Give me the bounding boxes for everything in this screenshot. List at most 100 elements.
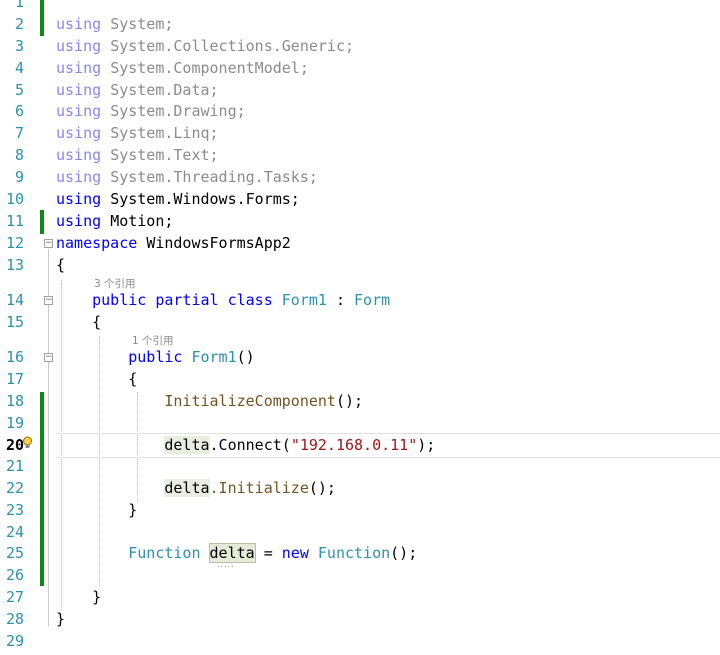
keyword: partial — [155, 291, 219, 309]
line-number: 4 — [14, 59, 24, 77]
line-number: 20 — [5, 436, 24, 454]
line-number: 11 — [5, 212, 24, 230]
base-class: Form — [354, 291, 391, 309]
keyword: class — [227, 291, 273, 309]
code-line-28[interactable]: } — [56, 609, 65, 631]
method-call: .Connect( — [209, 436, 291, 454]
string-literal: "192.168.0.11" — [290, 436, 418, 454]
line-number: 8 — [14, 146, 24, 164]
code-line-10[interactable]: using System.Windows.Forms; — [56, 189, 300, 211]
code-editor[interactable]: 1 2 3 4 5 6 7 8 9 10 11 12 13 14 15 16 17 18 19 20 21 22 23 24 2… — [0, 0, 720, 655]
keyword: using — [56, 37, 102, 55]
call-end: (); — [308, 479, 336, 497]
line-number: 19 — [5, 414, 24, 432]
constructor-name: Form1 — [191, 348, 237, 366]
code-line-3[interactable]: using System.Collections.Generic; — [56, 36, 354, 58]
code-line-17[interactable]: { — [56, 369, 137, 391]
lightbulb-icon[interactable] — [22, 436, 33, 450]
call-end: ); — [417, 436, 436, 454]
line-number: 23 — [5, 501, 24, 519]
code-line-8[interactable]: using System.Text; — [56, 145, 219, 167]
line-number: 5 — [14, 81, 24, 99]
namespace-ref: Motion; — [110, 212, 174, 230]
namespace-ref: System.Threading.Tasks; — [110, 168, 318, 186]
brace: { — [56, 256, 66, 274]
code-line-16[interactable]: public Form1() — [56, 347, 255, 369]
type-name: Function — [317, 544, 391, 562]
fold-guide-line — [48, 249, 49, 626]
code-line-14[interactable]: public partial class Form1 : Form — [56, 290, 390, 312]
code-line-13[interactable]: { — [56, 255, 65, 277]
namespace-ref: System.Windows.Forms; — [110, 190, 300, 208]
call-end: (); — [390, 544, 418, 562]
code-line-6[interactable]: using System.Drawing; — [56, 101, 246, 123]
suggestion-dots[interactable]: ..... — [217, 560, 235, 569]
assign-operator: = — [263, 544, 273, 562]
code-line-7[interactable]: using System.Linq; — [56, 123, 219, 145]
parens: () — [236, 348, 255, 366]
keyword: public — [128, 348, 183, 366]
keyword: using — [56, 124, 102, 142]
code-line-2[interactable]: using System; — [56, 14, 173, 36]
line-number: 7 — [14, 124, 24, 142]
line-number: 6 — [14, 102, 24, 120]
code-line-18[interactable]: InitializeComponent(); — [56, 391, 363, 413]
colon: : — [335, 291, 345, 309]
line-number: 28 — [5, 610, 24, 628]
namespace-ref: System.Linq; — [110, 124, 219, 142]
keyword: using — [56, 15, 102, 33]
code-line-5[interactable]: using System.Data; — [56, 80, 219, 102]
code-line-20[interactable]: delta.Connect("192.168.0.11"); — [56, 435, 435, 457]
code-line-23[interactable]: } — [56, 500, 137, 522]
change-indicator-bar — [40, 392, 44, 586]
line-number: 18 — [5, 392, 24, 410]
line-number: 17 — [5, 370, 24, 388]
keyword: using — [56, 190, 102, 208]
code-line-22[interactable]: delta.Initialize(); — [56, 478, 336, 500]
brace: { — [128, 370, 138, 388]
namespace-ref: System.Collections.Generic; — [110, 37, 355, 55]
namespace-ref: System.ComponentModel; — [110, 59, 309, 77]
code-line-25[interactable]: Function delta = new Function(); — [56, 543, 417, 565]
line-number: 24 — [5, 523, 24, 541]
namespace-ref: System.Data; — [110, 81, 219, 99]
line-number: 25 — [5, 544, 24, 562]
line-number: 12 — [5, 234, 24, 252]
code-line-11[interactable]: using Motion; — [56, 211, 173, 233]
change-indicator-bar — [40, 210, 44, 234]
codelens-references[interactable]: 3 个引用 — [94, 276, 136, 291]
collapse-constructor-icon[interactable] — [44, 353, 53, 362]
line-number: 15 — [5, 313, 24, 331]
collapse-namespace-icon[interactable] — [44, 239, 53, 248]
brace: } — [128, 501, 138, 519]
codelens-references[interactable]: 1 个引用 — [132, 333, 174, 348]
variable-ref: delta — [164, 479, 210, 497]
line-number: 27 — [5, 588, 24, 606]
namespace-ref: System.Text; — [110, 146, 219, 164]
keyword: using — [56, 146, 102, 164]
keyword: using — [56, 212, 102, 230]
change-indicator-bar — [40, 0, 44, 36]
line-number: 29 — [5, 632, 24, 650]
code-line-15[interactable]: { — [56, 312, 101, 334]
line-number: 13 — [5, 256, 24, 274]
collapse-class-icon[interactable] — [44, 296, 53, 305]
code-line-27[interactable]: } — [56, 587, 101, 609]
namespace-ref: System.Drawing; — [110, 102, 246, 120]
line-number: 9 — [14, 168, 24, 186]
line-number: 26 — [5, 566, 24, 584]
line-number: 3 — [14, 37, 24, 55]
keyword: using — [56, 59, 102, 77]
keyword: using — [56, 81, 102, 99]
brace: { — [92, 313, 102, 331]
code-line-9[interactable]: using System.Threading.Tasks; — [56, 167, 318, 189]
method-call: .Initialize — [209, 479, 309, 497]
variable-ref: delta — [164, 436, 210, 454]
class-name: Form1 — [281, 291, 327, 309]
namespace-ref: System; — [110, 15, 174, 33]
type-name: Function — [128, 544, 201, 562]
code-line-4[interactable]: using System.ComponentModel; — [56, 58, 309, 80]
code-line-12[interactable]: namespace WindowsFormsApp2 — [56, 233, 291, 255]
namespace-name: WindowsFormsApp2 — [146, 234, 291, 252]
line-number: 14 — [5, 291, 24, 309]
